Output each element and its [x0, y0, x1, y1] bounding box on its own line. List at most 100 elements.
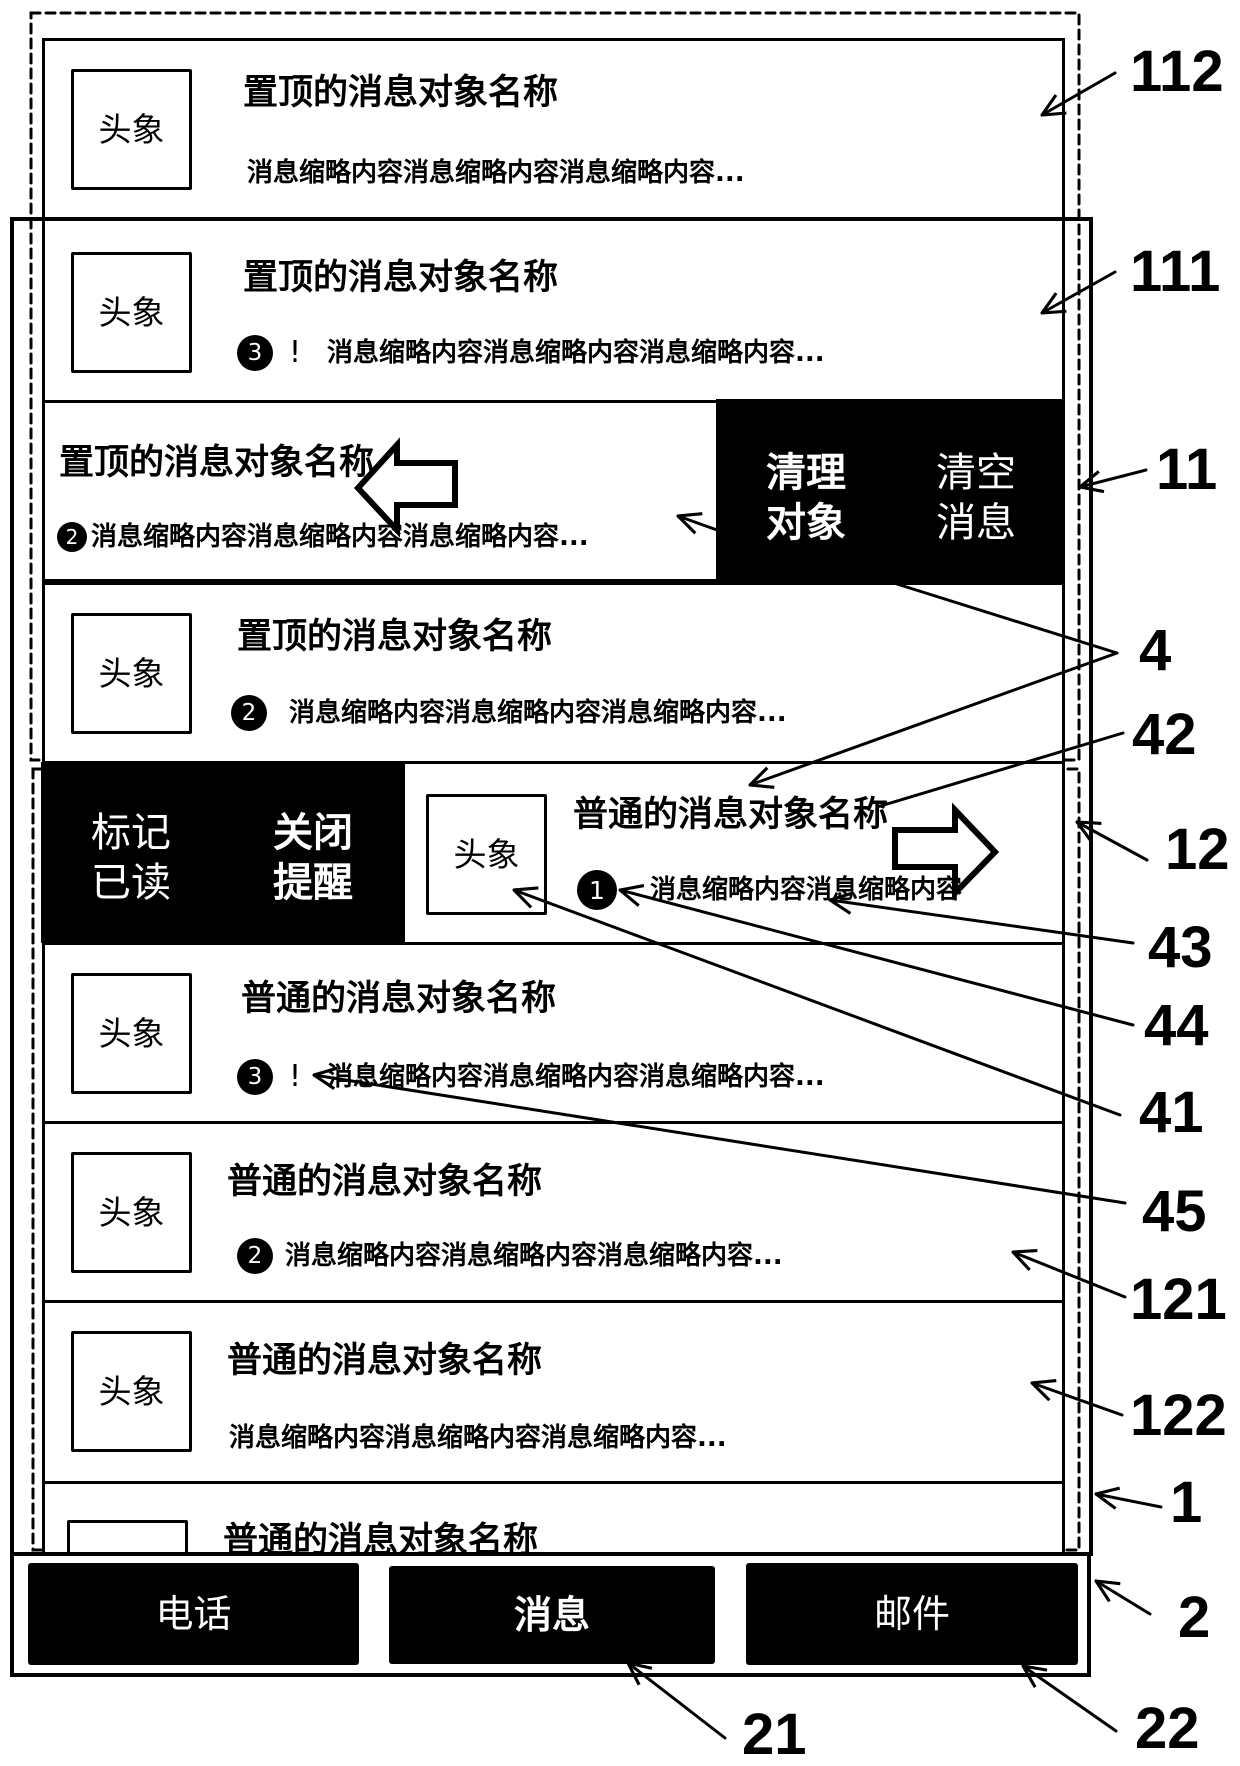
unread-count-badge: 2 [237, 1238, 273, 1274]
swipe-action-panel: 标记 已读 关闭 提醒 [41, 762, 402, 943]
mark-read-button[interactable]: 标记 已读 [41, 762, 221, 943]
message-list[interactable]: 头象 置顶的消息对象名称 消息缩略内容消息缩略内容消息缩略内容... 头象 置顶… [40, 36, 1066, 1552]
message-card[interactable]: 头象 普通的消息对象名称 1 消息缩略内容消息缩略内容 [402, 761, 1065, 945]
message-row-pinned[interactable]: 头象 置顶的消息对象名称 消息缩略内容消息缩略内容消息缩略内容... [42, 38, 1065, 221]
leader-line-2 [1096, 1581, 1152, 1616]
bottom-tab-bar: 电话 消息 邮件 [10, 1552, 1091, 1677]
message-row-normal[interactable]: 头象 普通的消息对象名称 消息缩略内容消息缩略内容消息缩略内容... [42, 1300, 1065, 1484]
avatar: 头象 [71, 69, 192, 190]
tab-phone[interactable]: 电话 [28, 1563, 359, 1665]
avatar-label: 头象 [98, 654, 165, 693]
avatar: 头象 [71, 613, 192, 734]
preview-line: 3 ! 消息缩略内容消息缩略内容消息缩略内容... [237, 335, 825, 371]
reference-label-111: 111 [1130, 239, 1221, 304]
reference-label-11: 11 [1156, 437, 1218, 502]
reference-label-12: 12 [1165, 817, 1230, 882]
message-preview: 消息缩略内容消息缩略内容消息缩略内容... [327, 1062, 825, 1092]
preview-line: 消息缩略内容消息缩略内容消息缩略内容... [229, 1420, 727, 1456]
preview-line: 3 ! 消息缩略内容消息缩略内容消息缩略内容... [237, 1059, 825, 1095]
reference-label-4: 4 [1139, 618, 1172, 683]
message-row-normal[interactable]: 头象 普通的消息对象名称 2 消息缩略内容消息缩略内容消息缩略内容... [42, 1121, 1065, 1303]
message-preview: 消息缩略内容消息缩略内容消息缩略内容... [289, 698, 787, 728]
reference-label-44: 44 [1144, 993, 1209, 1058]
leader-line-11 [1080, 468, 1148, 487]
avatar: 头象 [71, 1331, 192, 1452]
message-row-pinned[interactable]: 头象 置顶的消息对象名称 3 ! 消息缩略内容消息缩略内容消息缩略内容... [42, 218, 1065, 403]
message-row-pinned-swiped-left[interactable]: 置顶的消息对象名称 2 消息缩略内容消息缩略内容消息缩略内容... 清理 对象 … [42, 399, 1065, 585]
preview-line: 2 消息缩略内容消息缩略内容消息缩略内容... [237, 1238, 783, 1274]
action-label-line: 消息 [936, 500, 1016, 546]
message-row-normal[interactable]: 普通的消息对象名称 [42, 1481, 1065, 1552]
tab-mail[interactable]: 邮件 [746, 1563, 1078, 1665]
clear-contact-button[interactable]: 清理 对象 [716, 399, 890, 585]
tab-label: 电话 [155, 1592, 232, 1636]
message-preview: 消息缩略内容消息缩略内容 [650, 875, 963, 905]
action-label-line: 标记 [91, 810, 171, 856]
unread-count-badge: 1 [577, 870, 617, 910]
message-preview: 消息缩略内容消息缩略内容消息缩略内容... [285, 1241, 783, 1271]
action-label-line: 提醒 [273, 860, 353, 906]
avatar: 头象 [71, 252, 192, 373]
preview-line: 2 消息缩略内容消息缩略内容消息缩略内容... [57, 522, 589, 552]
action-label-line: 清空 [936, 450, 1016, 496]
message-title: 普通的消息对象名称 [223, 1521, 539, 1552]
message-row-normal[interactable]: 头象 普通的消息对象名称 3 ! 消息缩略内容消息缩略内容消息缩略内容... [42, 942, 1065, 1124]
tab-label: 消息 [513, 1593, 590, 1637]
action-label-line: 对象 [766, 500, 846, 546]
message-title: 普通的消息对象名称 [227, 1341, 543, 1381]
patent-figure-canvas: 头象 置顶的消息对象名称 消息缩略内容消息缩略内容消息缩略内容... 头象 置顶… [0, 0, 1240, 1766]
swipe-action-panel: 清理 对象 清空 消息 [716, 399, 1065, 585]
avatar: 头象 [426, 794, 547, 915]
unread-count-badge: 2 [231, 695, 267, 731]
message-title: 普通的消息对象名称 [227, 1162, 543, 1202]
reference-label-122: 122 [1130, 1383, 1227, 1448]
reference-label-21: 21 [742, 1702, 807, 1766]
tab-label: 邮件 [873, 1592, 950, 1636]
message-preview: 消息缩略内容消息缩略内容消息缩略内容... [229, 1423, 727, 1453]
reference-label-112: 112 [1130, 39, 1224, 104]
avatar: 头象 [71, 1152, 192, 1273]
avatar [67, 1520, 188, 1552]
message-title: 置顶的消息对象名称 [59, 443, 375, 483]
action-label-line: 清理 [766, 450, 846, 496]
message-title: 置顶的消息对象名称 [243, 258, 559, 298]
reference-label-45: 45 [1142, 1179, 1207, 1244]
leader-line-12 [1077, 822, 1149, 862]
reference-label-42: 42 [1132, 702, 1197, 767]
avatar-label: 头象 [98, 1193, 165, 1232]
leader-line-1 [1096, 1494, 1163, 1507]
avatar-label: 头象 [98, 293, 165, 332]
tab-messages[interactable]: 消息 [389, 1566, 715, 1664]
reference-label-41: 41 [1139, 1080, 1204, 1145]
mute-reminder-button[interactable]: 关闭 提醒 [221, 762, 402, 943]
avatar-label: 头象 [98, 1014, 165, 1053]
avatar: 头象 [71, 973, 192, 1094]
reference-label-43: 43 [1148, 915, 1213, 980]
reference-label-2: 2 [1178, 1585, 1211, 1650]
action-label-line: 关闭 [273, 810, 353, 856]
reference-label-121: 121 [1130, 1267, 1227, 1332]
message-preview: 消息缩略内容消息缩略内容消息缩略内容... [91, 522, 589, 552]
preview-line: 消息缩略内容消息缩略内容消息缩略内容... [247, 155, 745, 191]
unread-count-badge: 2 [57, 522, 87, 552]
avatar-label: 头象 [98, 1372, 165, 1411]
action-label-line: 已读 [91, 860, 171, 906]
important-alert-icon: ! [289, 335, 302, 370]
message-row-normal-swiped-right[interactable]: 标记 已读 关闭 提醒 头象 普通的消息对象名称 1 消息缩略内容消息缩略内容 [41, 761, 1065, 945]
reference-label-22: 22 [1135, 1696, 1200, 1761]
message-preview: 消息缩略内容消息缩略内容消息缩略内容... [327, 338, 825, 368]
preview-line: 1 消息缩略内容消息缩略内容 [577, 870, 962, 910]
important-alert-icon: ! [289, 1059, 302, 1094]
message-title: 置顶的消息对象名称 [243, 73, 559, 113]
unread-count-badge: 3 [237, 335, 273, 371]
message-preview: 消息缩略内容消息缩略内容消息缩略内容... [247, 158, 745, 188]
message-card[interactable]: 置顶的消息对象名称 2 消息缩略内容消息缩略内容消息缩略内容... [42, 400, 718, 582]
preview-line: 2 消息缩略内容消息缩略内容消息缩略内容... [231, 695, 787, 731]
clear-messages-button[interactable]: 清空 消息 [890, 399, 1065, 585]
message-title: 普通的消息对象名称 [241, 979, 557, 1019]
avatar-label: 头象 [453, 835, 520, 874]
unread-count-badge: 3 [237, 1059, 273, 1095]
avatar-label: 头象 [98, 110, 165, 149]
message-row-pinned[interactable]: 头象 置顶的消息对象名称 2 消息缩略内容消息缩略内容消息缩略内容... [42, 582, 1065, 764]
message-title: 普通的消息对象名称 [573, 795, 889, 835]
